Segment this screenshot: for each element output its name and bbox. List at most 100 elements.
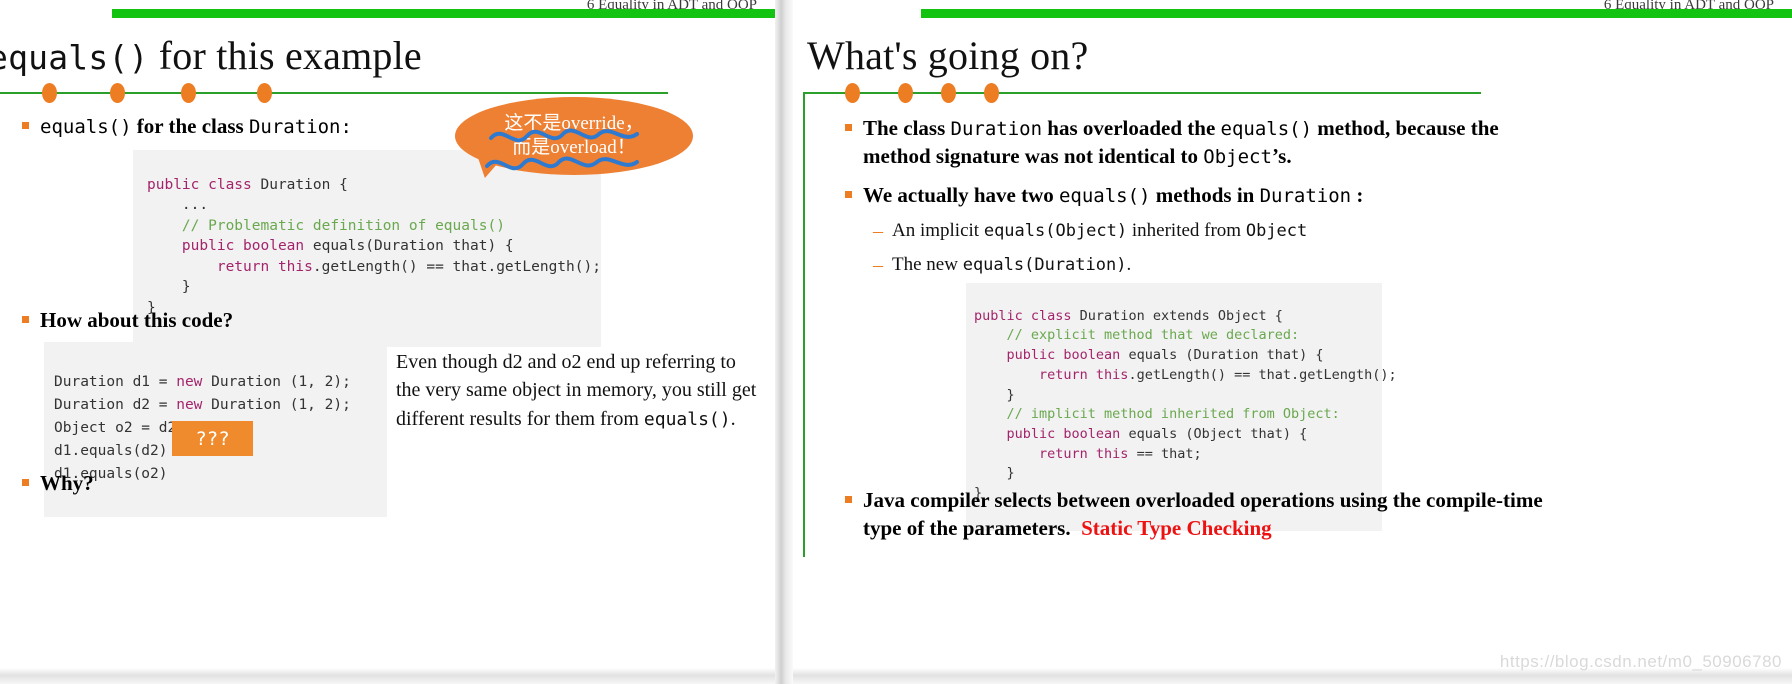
code1-l2: ... (147, 197, 209, 213)
header-green-bar-left (112, 9, 775, 18)
bullet-overloaded-equals: The class Duration has overloaded the eq… (845, 115, 1545, 170)
bullet-two-equals-methods-text: We actually have two equals() methods in… (863, 182, 1363, 210)
bullet-two-equals-methods: We actually have two equals() methods in… (845, 182, 1545, 210)
r-b1-mono-equals: equals() (1220, 118, 1313, 140)
slide-divider (775, 0, 793, 684)
code1-l4-kw: public boolean (147, 238, 305, 254)
left-vertical-rule-right (803, 92, 805, 557)
r-s1-a: An implicit (892, 220, 980, 241)
bullet-why: Why? (22, 470, 94, 498)
explanation-paragraph-mono: equals() (643, 408, 731, 430)
callout-line-1: 这不是override， (504, 113, 644, 135)
r-b1-a: The class (863, 116, 946, 140)
r-b2-mono-equals: equals() (1058, 185, 1151, 207)
rcode-l7-rest: equals (Object that) { (1120, 425, 1308, 442)
rcode-l3-kw: public boolean (974, 347, 1121, 364)
code1-l3-comment: // Problematic definition of equals() (147, 217, 505, 234)
r-b2-a: We actually have two (863, 183, 1054, 207)
r-b2-c: : (1356, 183, 1364, 207)
callout-bubble: 这不是override， 而是overload！ (455, 97, 693, 175)
code2-l1-a: Duration d1 = (54, 374, 177, 390)
rcode-l1-rest: Duration extends Object { (1071, 307, 1283, 324)
code1-l6: } (147, 279, 191, 295)
rcode-l4-rest: .getLength() == that.getLength(); (1128, 366, 1397, 383)
r-s1-b: inherited from (1131, 220, 1242, 241)
bullet-java-compiler-selects: Java compiler selects between overloaded… (845, 487, 1545, 542)
bullet-why-text: Why? (40, 471, 94, 495)
rcode-l6-comment: // implicit method inherited from Object… (974, 406, 1340, 423)
slide-right: 6 Equality in ADT and OOP What's going o… (793, 0, 1792, 684)
slide-title-left-rest: for this example (158, 33, 422, 78)
code2-l2-b: Duration (1, 2); (202, 397, 351, 413)
rule-dot-4-right (984, 83, 999, 103)
rcode-l5: } (974, 386, 1015, 403)
slide-left: 6 Equality in ADT and OOP equals() for t… (0, 0, 775, 684)
slide-bottom-strip-left (0, 668, 775, 684)
slide-title-left: equals() for this example (0, 32, 422, 79)
bullet-square-icon (845, 191, 852, 198)
bullet-square-icon (22, 479, 29, 486)
bullet-equals-for-class-text: equals() for the class Duration: (40, 113, 352, 141)
rcode-l1-kw: public class (974, 307, 1072, 324)
code1-l5-kw: return this (147, 258, 313, 275)
rcode-l8-rest: == that; (1128, 445, 1202, 462)
rule-dot-4-left (257, 83, 272, 103)
rcode-l9: } (974, 465, 1015, 482)
bullet1-text-a: for the class (136, 114, 244, 138)
code1-l1-kw: public class (147, 176, 252, 193)
rcode-l2-comment: // explicit method that we declared: (974, 327, 1300, 344)
r-b1-d: ’s. (1271, 143, 1292, 168)
code1-l5-rest: .getLength() == that.getLength(); (312, 258, 601, 275)
rcode-l3-rest: equals (Duration that) { (1120, 347, 1324, 364)
subbullet-implicit-equals-object-text: An implicit equals(Object) inherited fro… (892, 219, 1307, 244)
rcode-l8-kw: return this (974, 445, 1129, 462)
subbullet-implicit-equals-object: – An implicit equals(Object) inherited f… (873, 219, 1307, 244)
bullet-square-icon (845, 124, 852, 131)
r-s2-a: The new (892, 254, 958, 275)
title-rule-left (0, 92, 668, 94)
r-b1-mono-duration: Duration (950, 118, 1043, 140)
rule-dot-2-right (898, 83, 913, 103)
slide-title-left-mono: equals() (0, 38, 149, 77)
rcode-l7-kw: public boolean (974, 425, 1121, 442)
subbullet-new-equals-duration-text: The new equals(Duration). (892, 253, 1131, 278)
code1-l1-rest: Duration { (251, 176, 348, 193)
code2-l2-a: Duration d2 = (54, 397, 177, 413)
r-b2-b: methods in (1155, 183, 1255, 207)
r-b1-mono-object: Object (1203, 145, 1272, 168)
r-s2-b: . (1126, 254, 1132, 275)
rule-dot-3-left (181, 83, 196, 103)
dash-icon: – (873, 220, 883, 242)
r-b2-mono-duration: Duration (1259, 185, 1352, 207)
bullet1-mono-duration: Duration: (248, 116, 352, 138)
question-marks-text: ??? (195, 427, 230, 450)
watermark: https://blog.csdn.net/m0_50906780 (1499, 652, 1782, 671)
code2-l4: d1.equals(d2) (54, 443, 168, 459)
rule-dot-3-right (941, 83, 956, 103)
r-s1-mono-object: Object (1245, 221, 1308, 241)
bullet-how-about-this-code: How about this code? (22, 307, 233, 335)
code1-l4-rest: equals(Duration that) { (304, 238, 514, 254)
header-green-bar-right (921, 9, 1792, 18)
rcode-l4-kw: return this (974, 366, 1129, 383)
slide-pair: 6 Equality in ADT and OOP equals() for t… (0, 0, 1792, 684)
explanation-paragraph-period: . (730, 407, 736, 430)
subbullet-new-equals-duration: – The new equals(Duration). (873, 253, 1131, 278)
question-marks-box: ??? (172, 421, 253, 456)
bullet-equals-for-class: equals() for the class Duration: (22, 113, 352, 141)
dash-icon: – (873, 254, 883, 276)
rule-dot-2-left (110, 83, 125, 103)
bullet-overloaded-equals-text: The class Duration has overloaded the eq… (863, 115, 1545, 170)
r-b1-b: has overloaded the (1047, 116, 1216, 140)
code2-l3: Object o2 = d2; (54, 420, 185, 436)
bullet1-mono-equals: equals() (40, 116, 132, 138)
r-s1-mono-equalsobject: equals(Object) (983, 221, 1128, 241)
callout-line-2: 而是overload！ (512, 137, 636, 158)
r-s2-mono-equalsduration: equals(Duration) (962, 255, 1127, 275)
code2-l1-kw: new (176, 374, 203, 390)
bullet-square-icon (22, 316, 29, 323)
bullet-java-compiler-selects-text: Java compiler selects between overloaded… (863, 487, 1545, 542)
rule-dot-1-left (42, 83, 57, 103)
explanation-paragraph: Even though d2 and o2 end up referring t… (396, 348, 764, 433)
slide-title-right: What's going on? (807, 33, 1089, 78)
